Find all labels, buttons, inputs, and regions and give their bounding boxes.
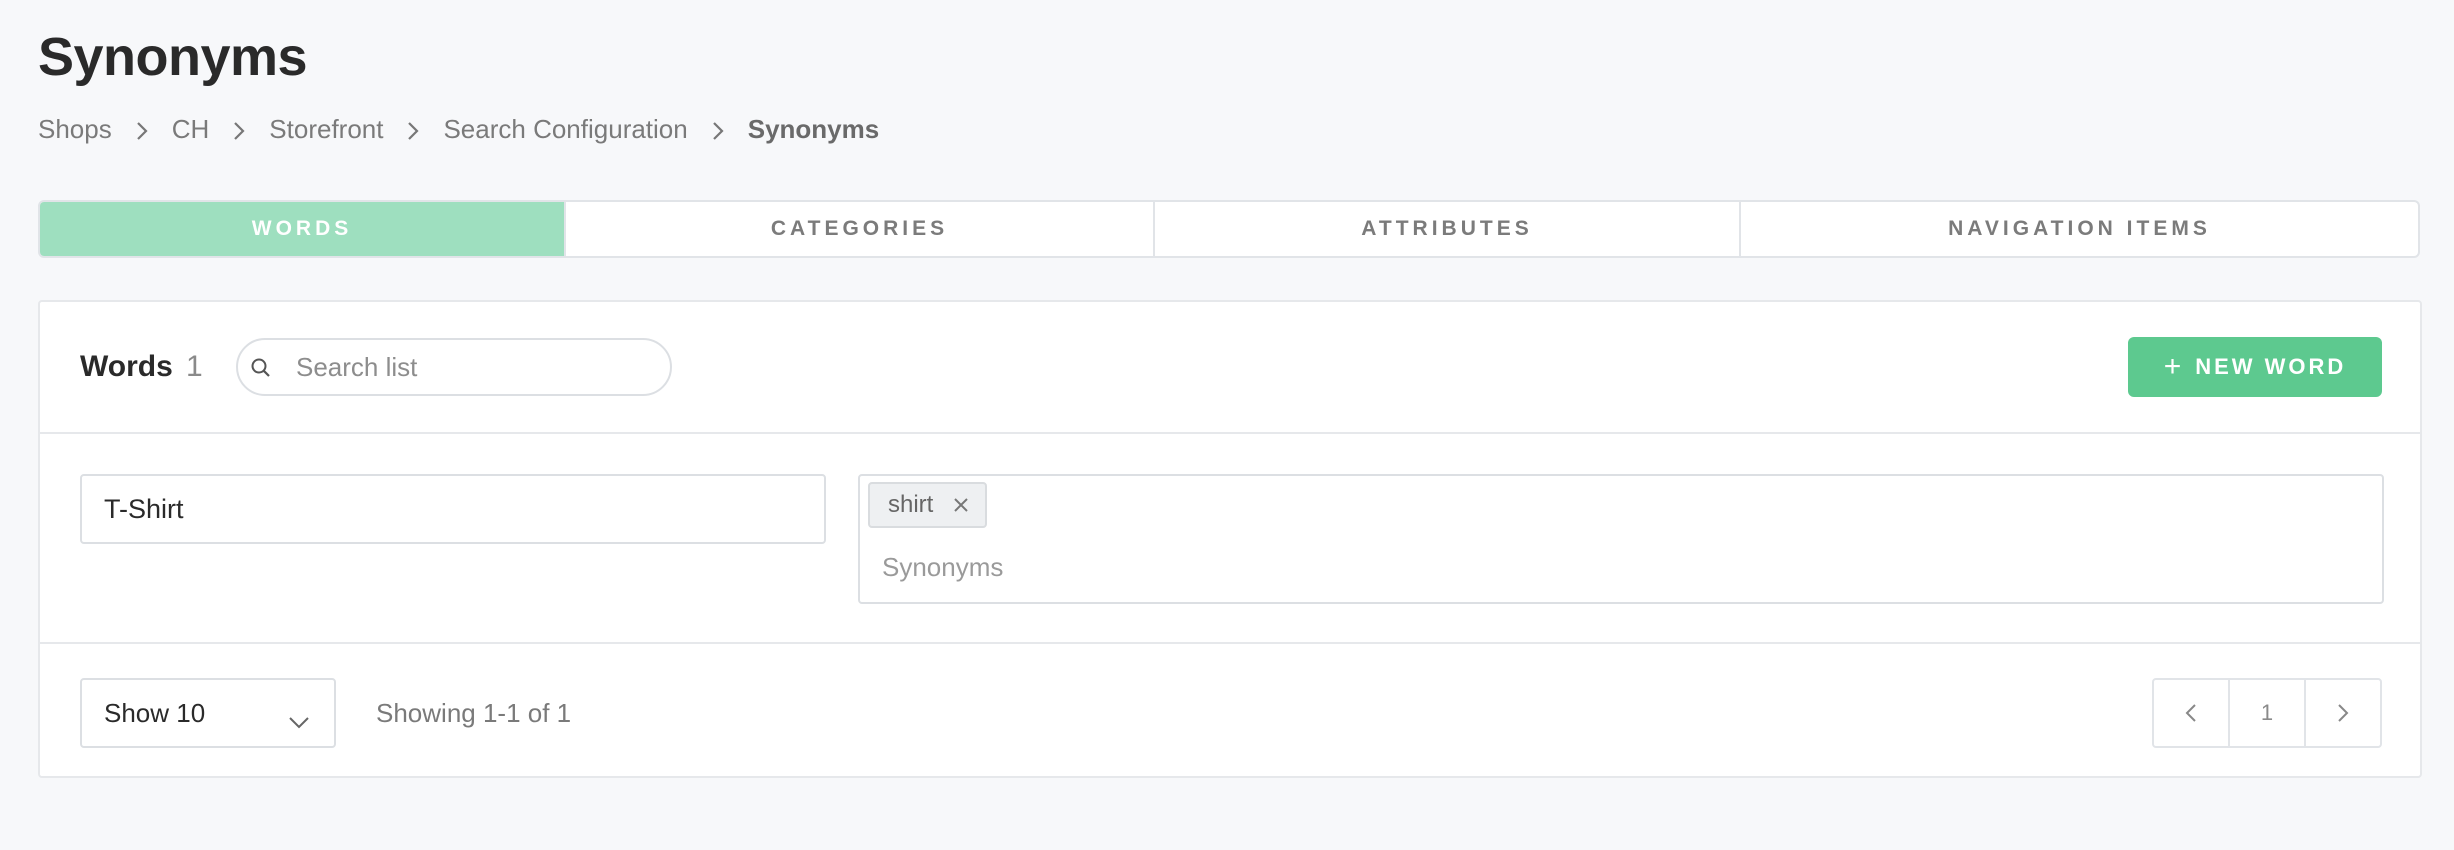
tab-words[interactable]: WORDS: [40, 202, 566, 256]
pagination: 1: [2152, 678, 2382, 748]
chevron-down-icon: [288, 706, 310, 737]
chevron-right-icon: [2338, 704, 2349, 722]
breadcrumb-item-shops[interactable]: Shops: [38, 114, 112, 145]
page-size-value: Show 10: [104, 697, 206, 728]
prev-page-button[interactable]: [2154, 680, 2230, 746]
tab-attributes[interactable]: ATTRIBUTES: [1155, 202, 1741, 256]
pagination-summary: Showing 1-1 of 1: [376, 698, 572, 728]
synonym-tag-label: shirt: [888, 491, 934, 518]
search-box: [236, 338, 672, 396]
breadcrumb-item-synonyms: Synonyms: [747, 114, 880, 144]
synonym-tag: shirt: [868, 482, 988, 528]
tab-navigation-items[interactable]: NAVIGATION ITEMS: [1741, 202, 2418, 256]
new-word-button-label: NEW WORD: [2195, 354, 2347, 379]
chevron-right-icon: [383, 114, 443, 145]
chevron-right-icon: [209, 114, 269, 145]
list-title: Words: [80, 350, 173, 383]
page-title: Synonyms: [38, 27, 308, 87]
page-size-select[interactable]: Show 10: [80, 678, 336, 748]
words-card: Words 1 + NEW WORD T-Shirt shirt Synonym…: [38, 300, 2422, 778]
breadcrumb-item-storefront[interactable]: Storefront: [269, 114, 383, 145]
chevron-right-icon: [688, 114, 748, 145]
breadcrumb: Shops CH Storefront Search Configuration…: [38, 114, 879, 145]
synonyms-field[interactable]: shirt Synonyms: [858, 474, 2384, 604]
page-number-button[interactable]: 1: [2230, 680, 2306, 746]
word-field[interactable]: T-Shirt: [80, 474, 826, 544]
synonyms-input-placeholder[interactable]: Synonyms: [882, 552, 1003, 583]
search-input[interactable]: [296, 348, 656, 386]
next-page-button[interactable]: [2306, 680, 2380, 746]
list-footer: Show 10 Showing 1-1 of 1 1: [40, 644, 2420, 780]
tab-categories[interactable]: CATEGORIES: [566, 202, 1155, 256]
new-word-button[interactable]: + NEW WORD: [2128, 337, 2382, 397]
plus-icon: +: [2163, 350, 2182, 383]
breadcrumb-item-search-configuration[interactable]: Search Configuration: [443, 114, 687, 145]
chevron-left-icon: [2185, 704, 2196, 722]
breadcrumb-item-ch[interactable]: CH: [172, 114, 210, 145]
card-header: Words 1 + NEW WORD: [40, 302, 2420, 434]
chevron-right-icon: [112, 114, 172, 145]
search-icon: [250, 357, 272, 384]
list-item: T-Shirt shirt Synonyms: [40, 434, 2420, 644]
tab-bar: WORDS CATEGORIES ATTRIBUTES NAVIGATION I…: [38, 200, 2420, 258]
close-icon[interactable]: [953, 497, 969, 513]
list-count: 1: [186, 350, 203, 383]
